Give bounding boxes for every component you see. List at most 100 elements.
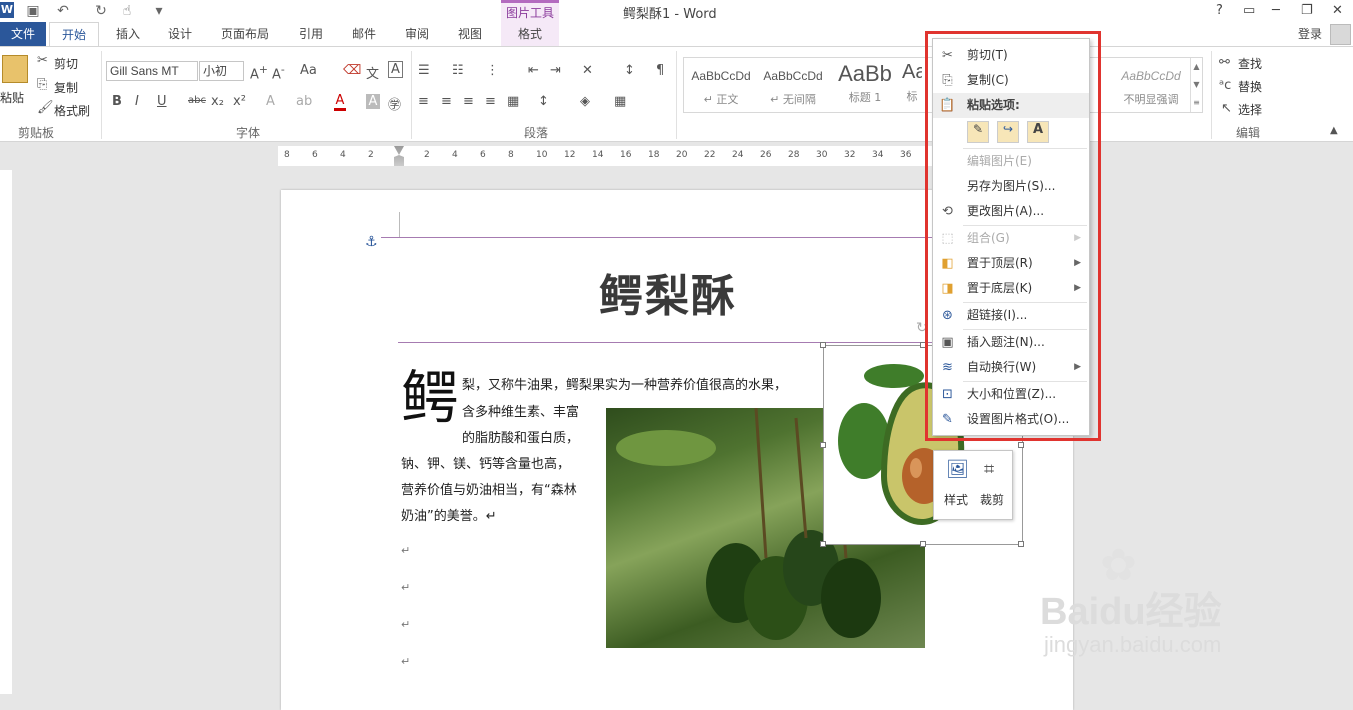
crop-icon[interactable]: ⌗ [984,459,994,480]
tab-view[interactable]: 视图 [448,22,492,46]
format-painter-icon[interactable]: 🖌 [37,100,54,115]
tab-insert[interactable]: 插入 [106,22,150,46]
paste-button[interactable]: 粘贴 [0,89,24,106]
login-link[interactable]: 登录 [1290,22,1330,46]
replace-icon[interactable]: ᵃc [1219,78,1231,93]
tab-file[interactable]: 文件 [0,22,46,46]
multilevel-list-icon[interactable]: ⋮ [486,63,499,78]
ribbon-display-button[interactable]: ▭ [1243,3,1255,18]
tab-layout[interactable]: 页面布局 [212,22,278,46]
font-size-box[interactable]: 小初 [199,61,244,81]
indent-marker-icon[interactable] [394,146,404,166]
body-line[interactable]: 的脂肪酸和蛋白质， [462,427,579,446]
minimize-button[interactable]: ─ [1272,3,1280,18]
distributed-icon[interactable]: ▦ [507,94,519,109]
style-heading-1[interactable]: AaBb 标题 1 [830,61,900,109]
borders-icon[interactable]: ▦ [614,94,626,109]
horizontal-ruler[interactable]: 8 6 4 2 2 4 6 8 10 12 14 16 18 20 22 24 26 28 30 32 34 36 [278,146,978,166]
increase-indent-icon[interactable]: ⇥ [550,63,561,78]
align-left-icon[interactable]: ≡ [418,94,429,109]
char-border-icon[interactable]: A [388,61,403,78]
resize-handle[interactable] [820,342,826,348]
enclose-char-icon[interactable]: ㊫ [388,94,401,113]
align-right-icon[interactable]: ≡ [463,94,474,109]
body-line[interactable]: 含多种维生素、丰富 [462,401,579,420]
superscript-icon[interactable]: x² [233,94,246,109]
highlight-icon[interactable]: ab [296,94,312,109]
find-icon[interactable]: ⚯ [1219,55,1230,70]
cut-icon[interactable]: ✂ [37,53,48,68]
copy-icon[interactable]: ⎘ [37,77,47,92]
cut-button[interactable]: 剪切 [54,55,78,72]
tab-format[interactable]: 格式 [501,22,559,46]
resize-handle[interactable] [820,442,826,448]
underline-icon[interactable]: U [157,94,167,109]
decrease-indent-icon[interactable]: ⇤ [528,63,539,78]
show-marks-icon[interactable]: ¶ [656,63,664,78]
shrink-font-icon[interactable]: A- [272,63,285,82]
italic-icon[interactable]: I [135,94,139,109]
clear-format-icon[interactable]: ⌫ [343,63,361,78]
close-button[interactable]: ✕ [1332,3,1343,18]
phonetic-icon[interactable]: 文 [366,63,379,82]
find-button[interactable]: 查找 [1238,55,1262,72]
bold-icon[interactable]: B [112,94,122,109]
redo-icon[interactable]: ↻ [92,2,110,20]
bullets-icon[interactable]: ☰ [418,63,430,78]
numbering-icon[interactable]: ☷ [452,63,464,78]
char-shading-icon[interactable]: A [366,94,380,109]
style-normal[interactable]: AaBbCcDd ↵ 正文 [686,61,756,109]
style-no-spacing[interactable]: AaBbCcDd ↵ 无间隔 [758,61,828,109]
strikethrough-icon[interactable]: abc [188,95,206,106]
font-color-icon[interactable]: A [334,93,346,111]
body-line[interactable]: 梨，又称牛油果，鳄梨果实为一种营养价值很高的水果， [462,374,787,393]
tab-review[interactable]: 审阅 [395,22,439,46]
grow-font-icon[interactable]: A+ [250,63,268,82]
save-icon[interactable]: ▣ [24,2,42,20]
body-line[interactable]: 钠、钾、镁、钙等含量也高， [401,453,570,472]
copy-button[interactable]: 复制 [54,79,78,96]
vertical-ruler[interactable] [0,170,12,694]
change-case-icon[interactable]: Aa [300,63,317,78]
gallery-scroll[interactable]: ▲ ▼ ≡ [1190,58,1202,112]
style-subtle-emphasis[interactable]: AaBbCcDd 不明显强调 [1116,61,1186,109]
resize-handle[interactable] [920,541,926,547]
paste-icon[interactable] [2,55,28,83]
format-painter-button[interactable]: 格式刷 [54,102,90,119]
body-line[interactable]: 奶油”的美誉。↵ [401,505,497,524]
select-icon[interactable]: ↖ [1221,101,1232,116]
tab-home[interactable]: 开始 [49,22,99,46]
avatar[interactable] [1330,24,1351,45]
text-effects-icon[interactable]: A [266,94,275,109]
tab-design[interactable]: 设计 [158,22,202,46]
touch-mode-icon[interactable]: ☝ [118,2,136,20]
crop-button[interactable]: 裁剪 [980,491,1004,508]
tab-mailings[interactable]: 邮件 [342,22,386,46]
style-heading-2[interactable]: AaI 标 [902,61,922,109]
undo-icon[interactable]: ↶ [54,2,72,20]
resize-handle[interactable] [1018,541,1024,547]
line-spacing-icon[interactable]: ↕ [538,94,549,109]
picture-style-icon[interactable]: 🖼 [946,459,969,480]
resize-handle[interactable] [1018,442,1024,448]
body-line[interactable]: 营养价值与奶油相当，有“森林 [401,479,577,498]
word-logo-icon[interactable]: W [0,2,14,18]
collapse-ribbon-icon[interactable]: ▲ [1330,125,1338,136]
subscript-icon[interactable]: x₂ [211,94,224,109]
justify-icon[interactable]: ≡ [485,94,496,109]
help-button[interactable]: ? [1216,3,1223,18]
customize-qat-icon[interactable]: ▾ [150,2,168,20]
tab-references[interactable]: 引用 [289,22,333,46]
resize-handle[interactable] [820,541,826,547]
maximize-button[interactable]: ❐ [1301,3,1313,18]
chinese-layout-icon[interactable]: ✕ [582,63,593,78]
drop-cap[interactable]: 鳄 [401,366,459,430]
replace-button[interactable]: 替换 [1238,78,1262,95]
align-center-icon[interactable]: ≡ [441,94,452,109]
select-button[interactable]: 选择 [1238,101,1262,118]
shading-icon[interactable]: ◈ [580,94,590,109]
font-name-box[interactable]: Gill Sans MT [106,61,198,81]
style-button[interactable]: 样式 [944,491,968,508]
sort-icon[interactable]: ↕ [624,63,635,78]
document-title[interactable]: 鳄梨酥 [599,260,737,324]
